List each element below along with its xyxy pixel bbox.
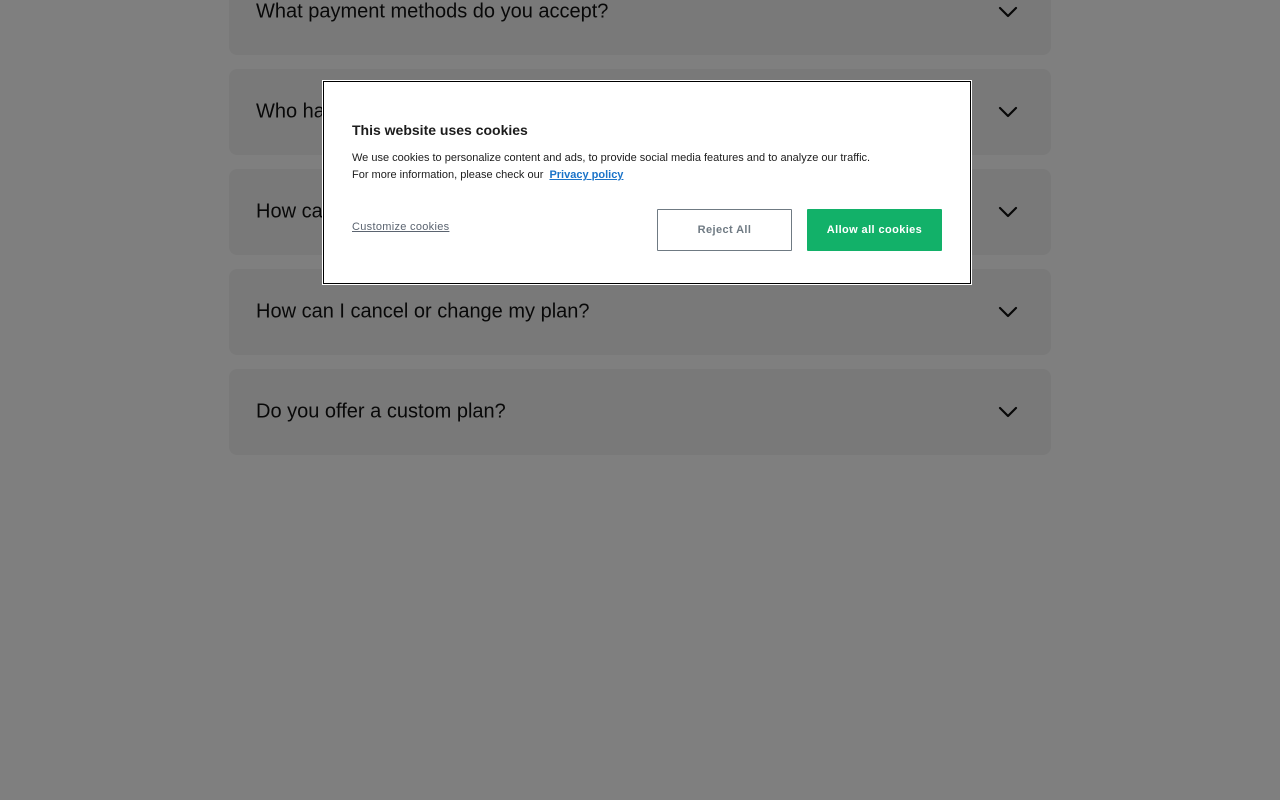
cookie-consent-dialog: This website uses cookies We use cookies… [322,80,972,285]
privacy-policy-link[interactable]: Privacy policy [549,169,623,181]
cookie-dialog-body: We use cookies to personalize content an… [352,150,952,184]
cookie-body-line2-text: For more information, please check our [352,169,544,181]
customize-cookies-link[interactable]: Customize cookies [352,221,449,233]
cookie-dialog-title: This website uses cookies [352,122,528,138]
reject-all-button[interactable]: Reject All [657,209,792,251]
cookie-body-line1: We use cookies to personalize content an… [352,152,871,164]
allow-all-cookies-button[interactable]: Allow all cookies [807,209,942,251]
cookie-body-line2: For more information, please check our P… [352,167,952,184]
